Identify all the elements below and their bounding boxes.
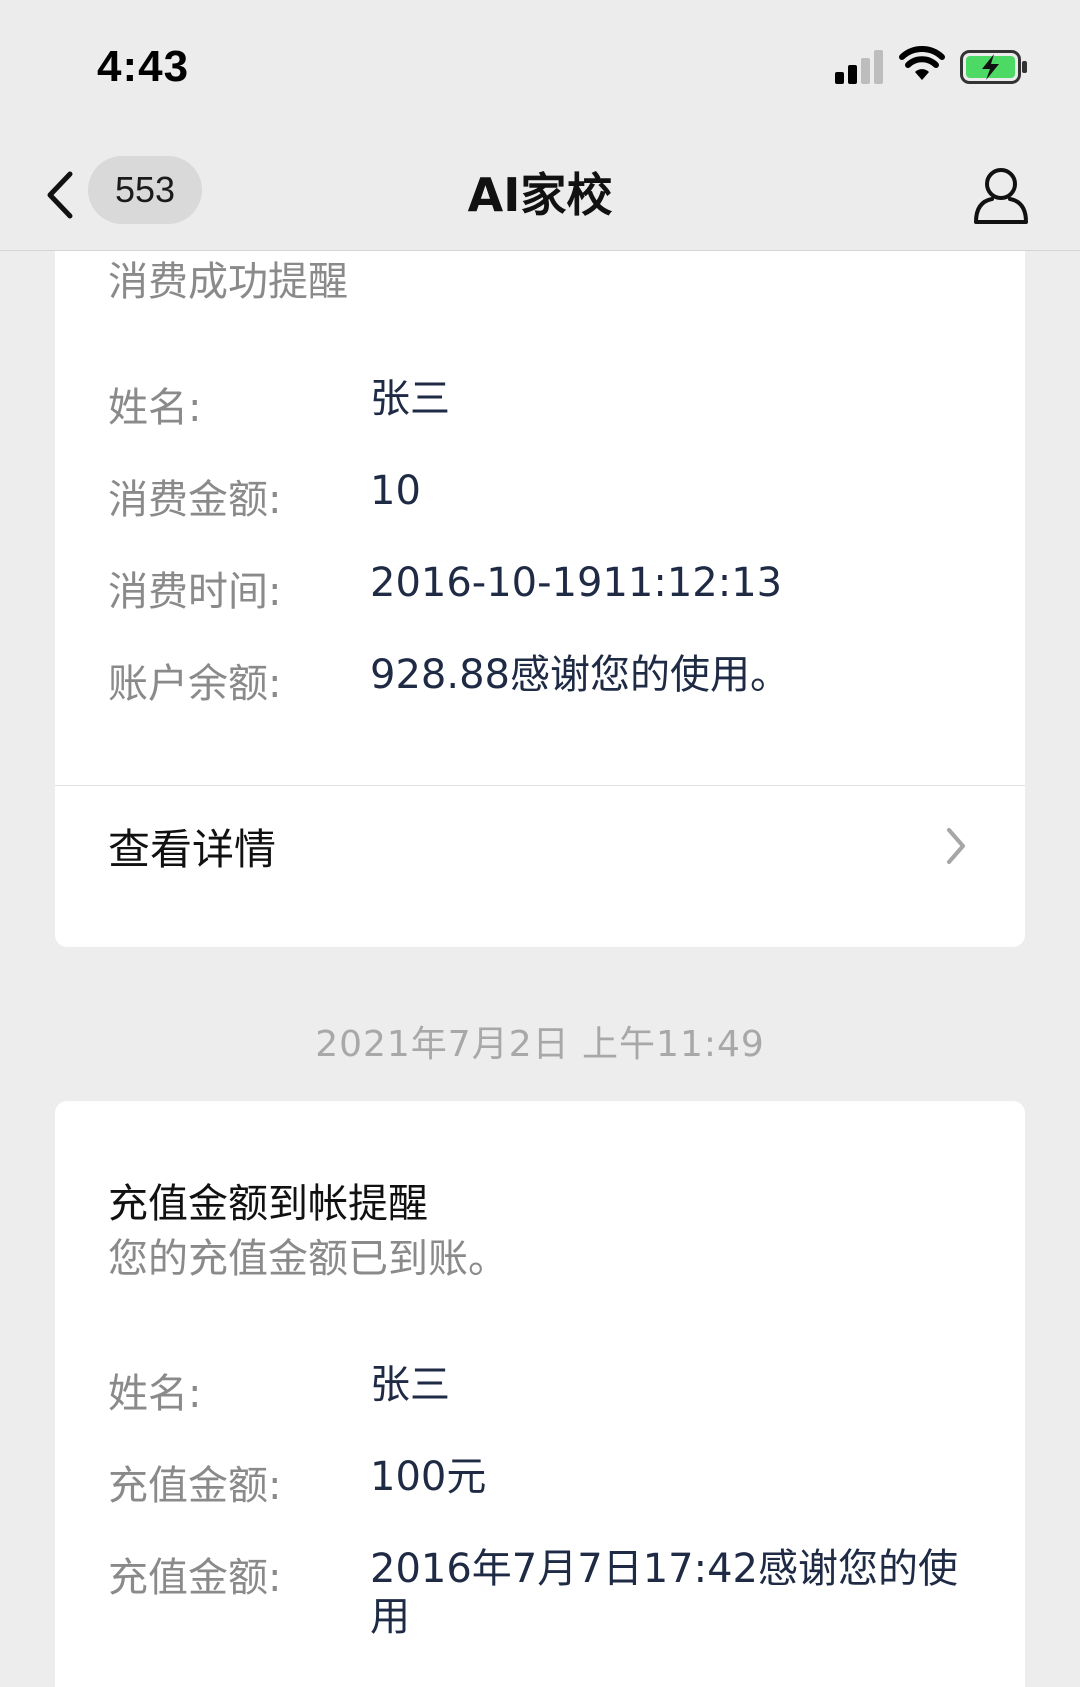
field-label: 消费时间: xyxy=(108,569,282,615)
message-list[interactable]: 已有信息提醒 消费成功提醒 姓名: 张三 消费金额: 10 消费时间: 2016… xyxy=(0,251,1080,1687)
chevron-right-icon xyxy=(947,828,965,864)
view-details-label: 查看详情 xyxy=(108,825,277,874)
message-timestamp: 2021年7月2日 上午11:49 xyxy=(315,1024,765,1065)
battery-charging-icon xyxy=(960,50,1027,84)
field-value: 张三 xyxy=(370,1362,450,1408)
page-title: AI家校 xyxy=(467,168,613,222)
card-title: 充值金额到帐提醒 xyxy=(108,1181,428,1227)
field-label: 姓名: xyxy=(108,1371,202,1417)
message-card: 充值金额到帐提醒 您的充值金额已到账。 姓名: 张三 充值金额: 100元 充值… xyxy=(55,1101,1025,1687)
field-label: 消费金额: xyxy=(108,477,282,523)
card-subtitle: 消费成功提醒 xyxy=(108,259,348,305)
field-value: 10 xyxy=(370,468,421,514)
field-label: 充值金额: xyxy=(108,1463,282,1509)
person-icon[interactable] xyxy=(972,164,1030,226)
field-value: 张三 xyxy=(370,376,450,422)
signal-icon xyxy=(835,50,883,84)
nav-bar: 553 AI家校 xyxy=(0,140,1080,251)
wifi-icon xyxy=(899,46,945,80)
field-value: 928.88感谢您的使用。 xyxy=(370,652,790,698)
status-time: 4:43 xyxy=(97,42,190,91)
field-value: 2016-10-1911:12:13 xyxy=(370,560,783,606)
field-label: 姓名: xyxy=(108,385,202,431)
field-value: 2016年7月7日17:42感谢您的使用 xyxy=(370,1546,958,1640)
card-subtitle: 您的充值金额已到账。 xyxy=(108,1236,508,1282)
field-label: 账户余额: xyxy=(108,661,282,707)
status-bar: 4:43 xyxy=(0,0,1080,140)
field-label: 充值金额: xyxy=(108,1555,282,1601)
field-value: 100元 xyxy=(370,1454,487,1500)
message-card: 已有信息提醒 消费成功提醒 姓名: 张三 消费金额: 10 消费时间: 2016… xyxy=(55,251,1025,947)
chevron-left-icon[interactable] xyxy=(38,160,88,230)
unread-count-badge[interactable]: 553 xyxy=(88,156,202,224)
view-details-link[interactable]: 查看详情 xyxy=(55,786,1025,906)
